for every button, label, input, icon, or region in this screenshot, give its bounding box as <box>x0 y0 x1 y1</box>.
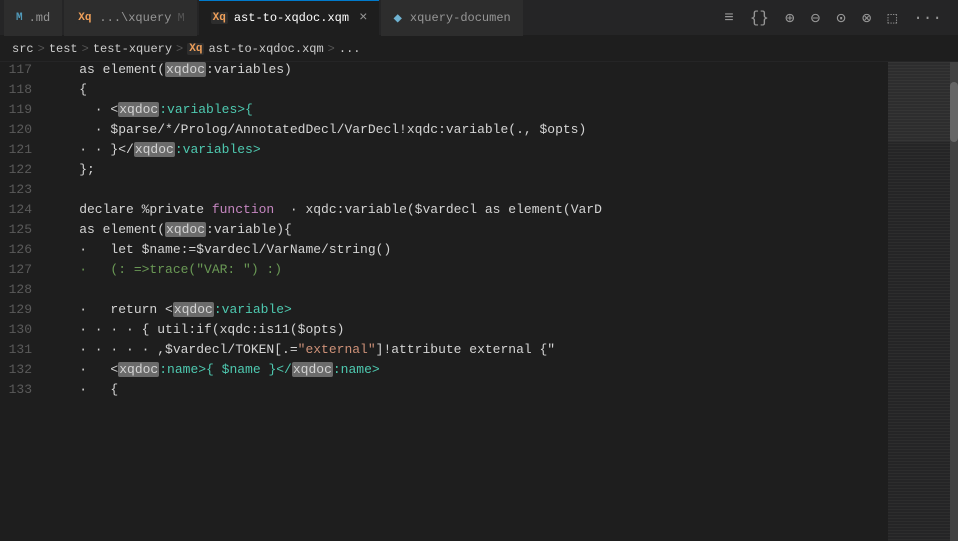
line-content: { <box>48 82 888 97</box>
code-area[interactable]: 117 as element(xqdoc:variables) 118 { 11… <box>0 62 888 541</box>
breadcrumb-xq-icon: Xq <box>187 43 204 55</box>
line-number: 124 <box>0 202 48 217</box>
breadcrumb-sep1: > <box>38 42 45 56</box>
line-content: · return <xqdoc:variable> <box>48 302 888 317</box>
tab-md[interactable]: M .md <box>4 0 62 36</box>
line-content: · (: =>trace("VAR: ") :) <box>48 262 888 277</box>
table-row: 130 · · · · { util:if(xqdc:is11($opts) <box>0 322 888 342</box>
line-number: 122 <box>0 162 48 177</box>
tab-xquery-ellipsis-label: ...\xquery <box>99 11 171 25</box>
breadcrumb-test-xquery: test-xquery <box>93 42 172 56</box>
code-lines: 117 as element(xqdoc:variables) 118 { 11… <box>0 62 888 402</box>
line-content: declare %private function · xqdc:variabl… <box>48 202 888 217</box>
table-row: 117 as element(xqdoc:variables) <box>0 62 888 82</box>
line-number: 130 <box>0 322 48 337</box>
toolbar-circle-icon[interactable]: ⊙ <box>832 6 850 30</box>
line-number: 126 <box>0 242 48 257</box>
tab-ast-close[interactable]: × <box>359 10 367 26</box>
line-content: as element(xqdoc:variable){ <box>48 222 888 237</box>
line-number: 125 <box>0 222 48 237</box>
line-content: · · }</xqdoc:variables> <box>48 142 888 157</box>
line-content <box>48 282 888 297</box>
table-row: 123 <box>0 182 888 202</box>
line-content: · · · · { util:if(xqdc:is11($opts) <box>48 322 888 337</box>
toolbar-cross-icon[interactable]: ⊗ <box>858 6 876 30</box>
line-content: · <xqdoc:name>{ $name }</xqdoc:name> <box>48 362 888 377</box>
line-number: 120 <box>0 122 48 137</box>
line-number: 118 <box>0 82 48 97</box>
table-row: 131 · · · · · ,$vardecl/TOKEN[.="externa… <box>0 342 888 362</box>
line-content: · · · · · ,$vardecl/TOKEN[.="external"]!… <box>48 342 888 357</box>
breadcrumb-src: src <box>12 42 34 56</box>
editor: 117 as element(xqdoc:variables) 118 { 11… <box>0 62 958 541</box>
toolbar-split-icon[interactable]: ⬚ <box>884 6 902 30</box>
table-row: 132 · <xqdoc:name>{ $name }</xqdoc:name> <box>0 362 888 382</box>
line-number: 128 <box>0 282 48 297</box>
table-row: 119 · <xqdoc:variables>{ <box>0 102 888 122</box>
table-row: 127 · (: =>trace("VAR: ") :) <box>0 262 888 282</box>
breadcrumb-sep3: > <box>176 42 183 56</box>
scrollbar[interactable] <box>950 62 958 541</box>
pin-icon: ◆ <box>393 10 401 27</box>
minimap[interactable] <box>888 62 958 541</box>
line-content: · <xqdoc:variables>{ <box>48 102 888 117</box>
toolbar-list-icon[interactable]: ≡ <box>720 7 738 29</box>
line-number: 123 <box>0 182 48 197</box>
line-content: }; <box>48 162 888 177</box>
toolbar-minus-icon[interactable]: ⊖ <box>807 6 825 30</box>
tab-ast-label: ast-to-xqdoc.xqm <box>234 11 349 25</box>
scrollbar-thumb[interactable] <box>950 82 958 142</box>
line-number: 131 <box>0 342 48 357</box>
table-row: 124 declare %private function · xqdc:var… <box>0 202 888 222</box>
line-content: · $parse/*/Prolog/AnnotatedDecl/VarDecl!… <box>48 122 888 137</box>
breadcrumb-sep4: > <box>328 42 335 56</box>
xq-icon-1: Xq <box>76 12 93 24</box>
line-number: 121 <box>0 142 48 157</box>
line-content <box>48 182 888 197</box>
line-number: 133 <box>0 382 48 397</box>
tab-ast[interactable]: Xq ast-to-xqdoc.xqm × <box>199 0 380 36</box>
table-row: 129 · return <xqdoc:variable> <box>0 302 888 322</box>
line-number: 129 <box>0 302 48 317</box>
line-content: as element(xqdoc:variables) <box>48 62 888 77</box>
toolbar-add-icon[interactable]: ⊕ <box>781 6 799 30</box>
table-row: 128 <box>0 282 888 302</box>
line-content: · let $name:=$vardecl/VarName/string() <box>48 242 888 257</box>
breadcrumb-sep2: > <box>82 42 89 56</box>
table-row: 126 · let $name:=$vardecl/VarName/string… <box>0 242 888 262</box>
tab-bar: M .md Xq ...\xquery M Xq ast-to-xqdoc.xq… <box>0 0 958 36</box>
line-number: 119 <box>0 102 48 117</box>
breadcrumb-file: ast-to-xqdoc.xqm <box>208 42 323 56</box>
tab-xquery-doc[interactable]: ◆ xquery-documen <box>381 0 522 36</box>
line-number: 117 <box>0 62 48 77</box>
minimap-highlight <box>888 62 958 142</box>
toolbar-more-icon[interactable]: ··· <box>909 7 946 29</box>
tab-separator: M <box>177 11 184 25</box>
table-row: 118 { <box>0 82 888 102</box>
line-content: · { <box>48 382 888 397</box>
table-row: 120 · $parse/*/Prolog/AnnotatedDecl/VarD… <box>0 122 888 142</box>
table-row: 133 · { <box>0 382 888 402</box>
toolbar-format-icon[interactable]: {} <box>746 7 773 29</box>
tab-md-label: .md <box>29 11 51 25</box>
breadcrumb: src > test > test-xquery > Xq ast-to-xqd… <box>0 36 958 62</box>
toolbar-icons: ≡ {} ⊕ ⊖ ⊙ ⊗ ⬚ ··· <box>720 6 954 30</box>
breadcrumb-test: test <box>49 42 78 56</box>
table-row: 121 · · }</xqdoc:variables> <box>0 142 888 162</box>
tab-xquery-doc-label: xquery-documen <box>410 11 511 25</box>
xq-icon-2: Xq <box>211 12 228 24</box>
line-number: 132 <box>0 362 48 377</box>
table-row: 122 }; <box>0 162 888 182</box>
breadcrumb-ellipsis: ... <box>339 42 361 56</box>
md-icon: M <box>16 12 23 24</box>
tab-xquery-ellipsis[interactable]: Xq ...\xquery M <box>64 0 196 36</box>
line-number: 127 <box>0 262 48 277</box>
table-row: 125 as element(xqdoc:variable){ <box>0 222 888 242</box>
app-container: M .md Xq ...\xquery M Xq ast-to-xqdoc.xq… <box>0 0 958 541</box>
